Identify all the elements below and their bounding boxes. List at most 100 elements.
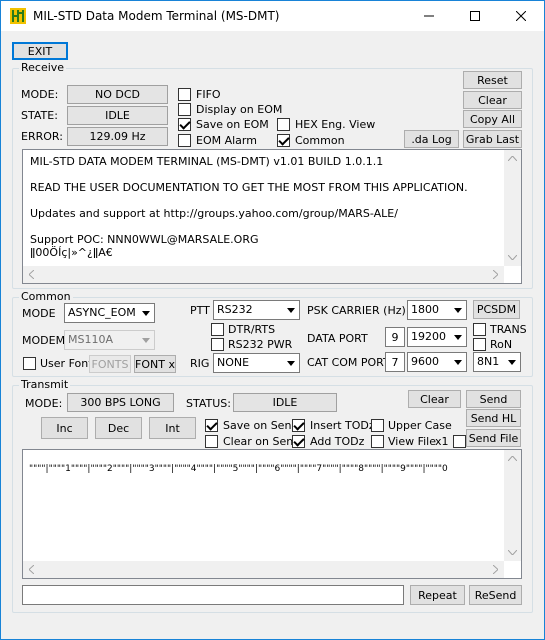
modem-select[interactable]: MS110A bbox=[64, 330, 155, 350]
tx-horizontal-scrollbar[interactable] bbox=[23, 561, 504, 578]
view-file-checkbox[interactable] bbox=[371, 435, 384, 448]
scroll-right-icon[interactable] bbox=[487, 561, 504, 578]
minimize-button[interactable] bbox=[406, 1, 452, 31]
cat-baud-value: 9600 bbox=[411, 355, 439, 368]
chevron-down-icon bbox=[283, 301, 299, 319]
save-eom-label: Save on EOM bbox=[196, 118, 269, 131]
scroll-right-icon[interactable] bbox=[487, 266, 504, 283]
add-todz-checkbox[interactable] bbox=[292, 435, 305, 448]
scroll-down-icon[interactable] bbox=[504, 249, 521, 266]
dec-button[interactable]: Dec bbox=[95, 417, 142, 439]
insert-todz-checkbox[interactable] bbox=[292, 419, 305, 432]
mode-select-value: ASYNC_EOM bbox=[68, 306, 136, 319]
send-hl-button[interactable]: Send HL bbox=[466, 409, 521, 427]
common-mode-label: MODE bbox=[22, 307, 56, 320]
font-x-button[interactable]: FONT x bbox=[134, 355, 176, 373]
rx-error-label: ERROR: bbox=[21, 130, 63, 143]
eom-alarm-label: EOM Alarm bbox=[196, 134, 257, 147]
x1-label: x1 bbox=[435, 435, 449, 448]
copy-all-button[interactable]: Copy All bbox=[463, 110, 522, 128]
tx-mode-label: MODE: bbox=[25, 397, 63, 410]
scroll-left-icon[interactable] bbox=[23, 561, 40, 578]
mode-select[interactable]: ASYNC_EOM bbox=[64, 303, 155, 323]
tx-clear-button[interactable]: Clear bbox=[408, 390, 461, 408]
hex-eng-view-label: HEX Eng. View bbox=[295, 118, 376, 131]
common-checkbox[interactable] bbox=[277, 134, 290, 147]
trans-label: TRANS bbox=[490, 323, 527, 336]
x1-checkbox[interactable] bbox=[453, 435, 466, 448]
save-on-send-label: Save on Send bbox=[223, 419, 299, 432]
receive-text-area[interactable]: MIL-STD DATA MODEM TERMINAL (MS-DMT) v1.… bbox=[22, 149, 522, 284]
rx-line-4: Support POC: NNN0WWL@MARSALE.ORG bbox=[30, 233, 259, 246]
cat-baud-select[interactable]: 9600 bbox=[407, 352, 467, 372]
int-button[interactable]: Int bbox=[149, 417, 196, 439]
modem-select-value: MS110A bbox=[68, 333, 113, 346]
rig-select-value: NONE bbox=[217, 356, 250, 369]
fifo-checkbox[interactable] bbox=[178, 88, 191, 101]
repeat-button[interactable]: Repeat bbox=[410, 585, 465, 605]
rig-label: RIG bbox=[190, 357, 210, 370]
rx-mode-value: NO DCD bbox=[67, 85, 168, 104]
rs232-pwr-checkbox[interactable] bbox=[211, 338, 224, 351]
tx-ruler: """"|""""1""""|""""2""""|""""3""""|""""4… bbox=[29, 464, 448, 474]
save-eom-checkbox[interactable] bbox=[178, 118, 191, 131]
repeat-input[interactable] bbox=[22, 585, 404, 605]
title-bar[interactable]: MIL-STD Data Modem Terminal (MS-DMT) bbox=[1, 1, 544, 31]
fifo-label: FIFO bbox=[196, 88, 221, 101]
trans-checkbox[interactable] bbox=[473, 323, 486, 336]
clear-on-send-label: Clear on Send bbox=[223, 435, 301, 448]
send-file-button[interactable]: Send File bbox=[466, 429, 521, 447]
app-window: MIL-STD Data Modem Terminal (MS-DMT) EXI… bbox=[0, 0, 545, 640]
chevron-down-icon bbox=[138, 331, 154, 349]
user-font-checkbox[interactable] bbox=[23, 357, 36, 370]
save-on-send-checkbox[interactable] bbox=[205, 419, 218, 432]
send-button[interactable]: Send bbox=[466, 390, 521, 408]
eom-alarm-checkbox[interactable] bbox=[178, 134, 191, 147]
ron-label: RoN bbox=[490, 338, 513, 351]
dtr-rts-checkbox[interactable] bbox=[211, 323, 224, 336]
data-port-baud-value: 19200 bbox=[411, 330, 446, 343]
rs232-pwr-label: RS232 PWR bbox=[228, 338, 293, 351]
close-icon bbox=[516, 11, 526, 21]
modem-label: MODEM bbox=[22, 334, 66, 347]
rx-vertical-scrollbar[interactable] bbox=[504, 150, 521, 266]
rx-horizontal-scrollbar[interactable] bbox=[23, 266, 504, 283]
data-port-number[interactable]: 9 bbox=[385, 327, 405, 347]
rx-line-3: Updates and support at http://groups.yah… bbox=[30, 207, 398, 220]
upper-case-checkbox[interactable] bbox=[371, 419, 384, 432]
hex-eng-view-checkbox[interactable] bbox=[277, 118, 290, 131]
transmit-text-area[interactable]: """"|""""1""""|""""2""""|""""3""""|""""4… bbox=[22, 449, 522, 579]
ptt-select[interactable]: RS232 bbox=[213, 300, 300, 320]
tx-vertical-scrollbar[interactable] bbox=[504, 450, 521, 561]
tx-status-value: IDLE bbox=[233, 393, 337, 412]
ron-checkbox[interactable] bbox=[473, 338, 486, 351]
cat-format-select[interactable]: 8N1 bbox=[473, 352, 521, 372]
ptt-select-value: RS232 bbox=[217, 303, 253, 316]
data-port-baud-select[interactable]: 19200 bbox=[407, 327, 467, 347]
upper-case-label: Upper Case bbox=[388, 419, 452, 432]
close-button[interactable] bbox=[498, 1, 544, 31]
clear-on-send-checkbox[interactable] bbox=[205, 435, 218, 448]
cat-port-number[interactable]: 7 bbox=[385, 352, 405, 372]
display-eom-checkbox[interactable] bbox=[178, 103, 191, 116]
da-log-button[interactable]: .da Log bbox=[404, 130, 459, 148]
resend-button[interactable]: ReSend bbox=[469, 585, 522, 605]
maximize-button[interactable] bbox=[452, 1, 498, 31]
rx-line-5: ǁ00ÖÍç|»^¿ǁA€ bbox=[30, 246, 113, 259]
rig-select[interactable]: NONE bbox=[213, 353, 300, 373]
scroll-down-icon[interactable] bbox=[504, 544, 521, 561]
fonts-button[interactable]: FONTS bbox=[89, 355, 131, 373]
scroll-up-icon[interactable] bbox=[504, 450, 521, 467]
grab-last-button[interactable]: Grab Last bbox=[463, 130, 522, 148]
rx-state-value: IDLE bbox=[67, 106, 168, 125]
psk-carrier-select[interactable]: 1800 bbox=[407, 300, 467, 320]
exit-button[interactable]: EXIT bbox=[12, 42, 68, 60]
reset-button[interactable]: Reset bbox=[463, 71, 522, 89]
pcsdm-button[interactable]: PCSDM bbox=[473, 300, 520, 319]
scroll-left-icon[interactable] bbox=[23, 266, 40, 283]
rx-clear-button[interactable]: Clear bbox=[463, 91, 522, 109]
cat-com-port-label: CAT COM PORT bbox=[307, 356, 390, 369]
inc-button[interactable]: Inc bbox=[41, 417, 88, 439]
scroll-up-icon[interactable] bbox=[504, 150, 521, 167]
rx-error-value: 129.09 Hz bbox=[67, 127, 168, 146]
